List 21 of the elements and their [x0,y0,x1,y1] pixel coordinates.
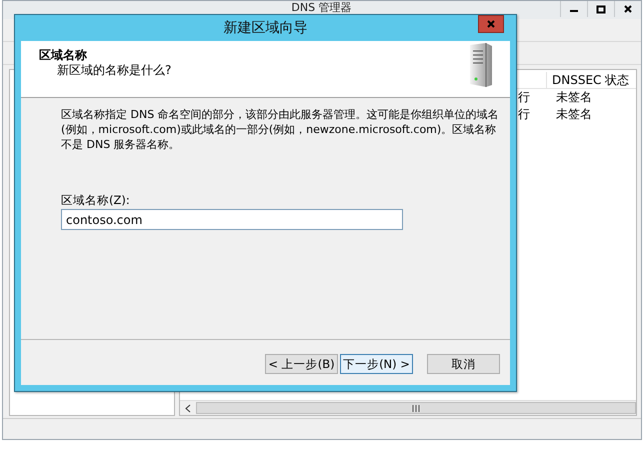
zone-name-field[interactable]: contoso.com [61,209,403,230]
page-subheading: 新区域的名称是什么? [56,63,172,78]
field-label: 区域名称(Z): [61,193,131,207]
maximize-icon [596,4,606,14]
scroll-thumb[interactable] [196,402,636,414]
page-heading: 区域名称 [39,48,88,63]
description-text: 区域名称指定 DNS 命名空间的部分，该部分由此服务器管理。这可能是你组织单位的域名(例如，microsoft.com)或此域名的一部分(例如，newzone.microsoft.com)。区域名称不是 DNS 服务器名称。 [61,107,500,152]
table-cell: 未签名 [556,106,592,123]
table-cell-text: 行 [518,106,531,123]
dialog-title: 新建区域向导 [222,19,308,37]
table-cell: 未签名 [556,89,592,106]
window-title: DNS 管理器 [290,1,353,14]
close-icon [623,4,633,14]
next-button[interactable]: 下一步(N) > [340,354,413,374]
table-cell-text: 行 [518,89,531,106]
grip-icon [412,404,420,412]
column-header[interactable]: DNSSEC 状态 [546,72,636,88]
back-button[interactable]: < 上一步(B) [265,354,338,374]
cancel-button[interactable]: 取消 [427,354,500,374]
horizontal-scrollbar[interactable] [180,400,636,415]
close-icon [486,19,496,29]
